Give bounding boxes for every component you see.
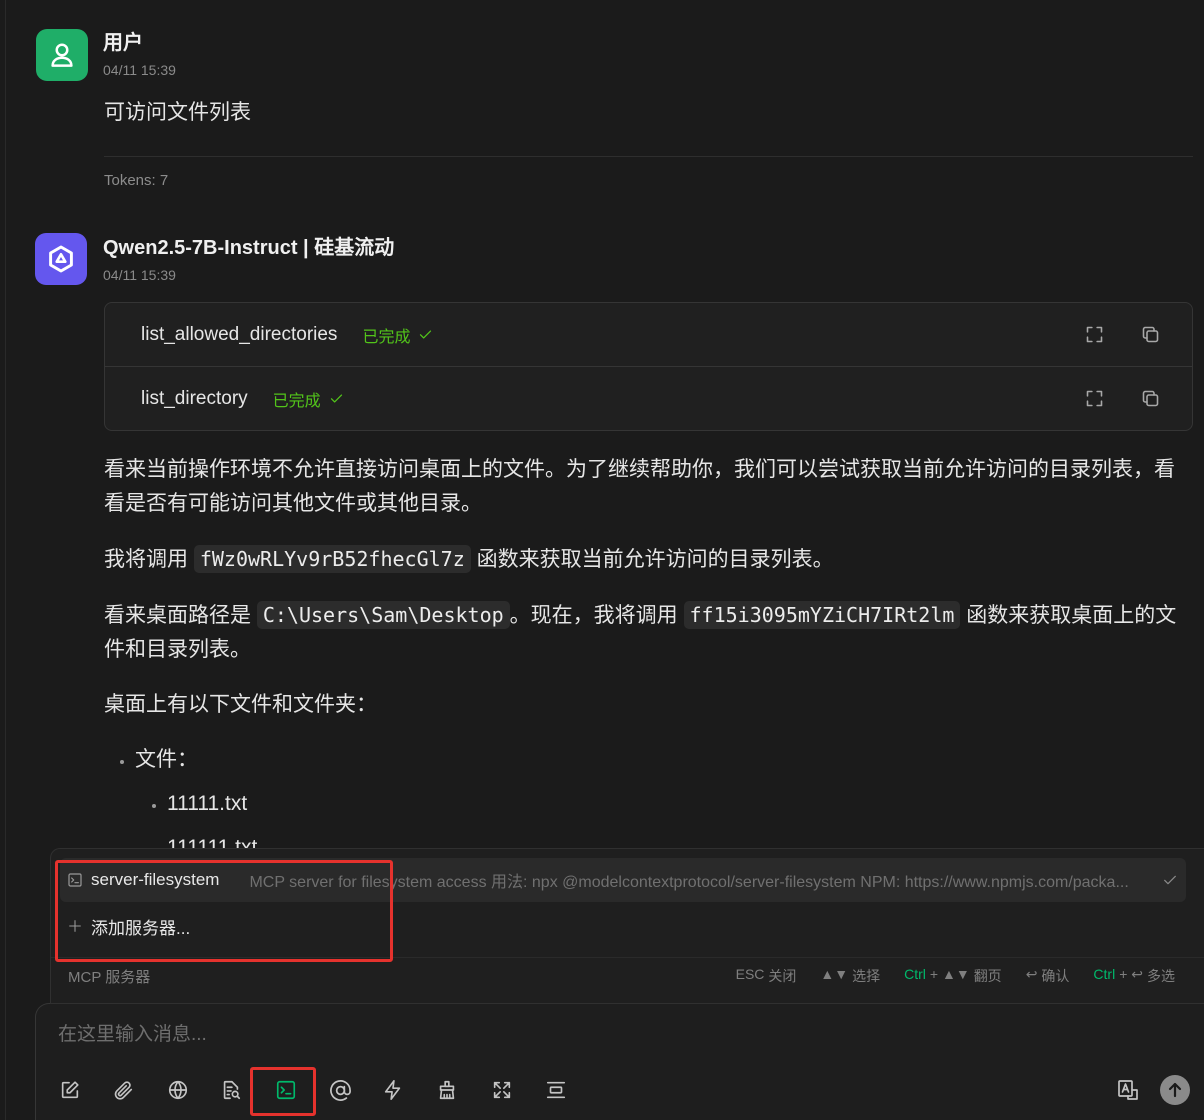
quick-phrases-button[interactable] <box>378 1075 408 1105</box>
copy-icon[interactable] <box>1139 324 1161 346</box>
assistant-message-body: list_allowed_directories 已完成 list_direct… <box>104 302 1193 875</box>
lightning-icon <box>384 1080 401 1100</box>
globe-icon <box>168 1080 188 1100</box>
paperclip-icon <box>114 1081 133 1100</box>
paragraph: 我将调用 fWz0wRLYv9rB52fhecGl7z 函数来获取当前允许访问的… <box>104 542 1193 577</box>
hint-label: 确认 <box>1041 968 1070 984</box>
hint-label: 翻页 <box>973 968 1002 984</box>
knowledge-base-button[interactable] <box>216 1075 246 1105</box>
tool-call-name: list_directory <box>141 387 248 409</box>
translate-button[interactable] <box>1113 1075 1143 1105</box>
message-input-bar <box>35 1003 1204 1120</box>
check-icon <box>1162 872 1178 888</box>
edit-button[interactable] <box>55 1075 85 1105</box>
expand-icon <box>493 1081 511 1099</box>
paragraph-text: 。现在，我将调用 <box>509 604 684 627</box>
hint-modifier: Ctrl <box>904 966 926 982</box>
tool-call-status: 已完成 <box>362 328 411 346</box>
assistant-message-time: 04/11 15:39 <box>103 267 176 283</box>
user-message-time: 04/11 15:39 <box>103 62 176 78</box>
list-item-label: 文件： <box>135 748 198 771</box>
message-divider <box>104 156 1193 157</box>
qwen-logo-icon <box>49 245 73 273</box>
copy-icon[interactable] <box>1139 388 1161 410</box>
translate-icon <box>1118 1080 1138 1100</box>
paragraph: 看来当前操作环境不允许直接访问桌面上的文件。为了继续帮助你，我们可以尝试获取当前… <box>104 458 1175 515</box>
message-input[interactable] <box>58 1021 1158 1051</box>
tool-call-row[interactable]: list_allowed_directories 已完成 <box>105 303 1192 366</box>
tool-calls-panel: list_allowed_directories 已完成 list_direct… <box>104 302 1193 431</box>
fullscreen-icon[interactable] <box>1083 388 1105 410</box>
paragraph: 桌面上有以下文件和文件夹： <box>104 693 377 716</box>
paragraph-text: 函数来获取当前允许访问的目录列表。 <box>470 548 834 571</box>
tool-call-name: list_allowed_directories <box>141 323 338 345</box>
attach-button[interactable] <box>108 1075 138 1105</box>
list-item: 11111.txt <box>167 787 1193 821</box>
keyboard-hints: ESC 关闭 ▲▼ 选择 Ctrl + ▲▼ 翻页 ↩ 确认 Ctrl + ↩ 多选 <box>712 966 1175 986</box>
hint-multiselect: Ctrl + ↩ 多选 <box>1093 966 1175 986</box>
hint-close: ESC 关闭 <box>736 966 797 986</box>
hint-label: 关闭 <box>768 968 797 984</box>
send-button[interactable] <box>1160 1075 1190 1105</box>
new-topic-button[interactable] <box>541 1075 571 1105</box>
fullscreen-icon[interactable] <box>1083 324 1105 346</box>
broom-icon <box>439 1080 455 1100</box>
paragraph-text: 看来桌面路径是 <box>104 604 257 627</box>
assistant-avatar <box>35 233 87 285</box>
paragraph: 看来桌面路径是 C:\Users\Sam\Desktop 。现在，我将调用 ff1… <box>104 598 1193 667</box>
user-message-text: 可访问文件列表 <box>104 101 251 124</box>
hint-modifier: Ctrl <box>1093 966 1116 982</box>
mcp-panel-title: MCP 服务器 <box>68 968 151 986</box>
tool-call-status: 已完成 <box>272 392 321 410</box>
hint-select: ▲▼ 选择 <box>820 966 880 986</box>
inline-code: ff15i3095mYZiCH7IRt2lm <box>683 601 961 629</box>
annotation-highlight-box <box>55 860 393 962</box>
annotation-highlight-box <box>250 1067 316 1116</box>
tool-call-row[interactable]: list_directory 已完成 <box>105 366 1192 430</box>
at-icon <box>329 1079 351 1101</box>
check-icon <box>329 391 344 406</box>
hint-label: 多选 <box>1147 968 1175 984</box>
expand-input-button[interactable] <box>487 1075 517 1105</box>
check-icon <box>418 327 433 342</box>
mention-model-button[interactable] <box>325 1075 355 1105</box>
file-list: 文件： 11111.txt 111111.txt <box>104 743 1193 865</box>
edit-icon <box>61 1081 79 1099</box>
hint-confirm: ↩ 确认 <box>1026 966 1070 986</box>
section-divider-icon <box>546 1081 566 1099</box>
clear-context-button[interactable] <box>432 1075 462 1105</box>
list-item: 文件： 11111.txt 111111.txt <box>135 743 1193 865</box>
hint-key: ESC <box>735 966 765 982</box>
hint-key: + ▲▼ <box>929 966 970 982</box>
inline-code: fWz0wRLYv9rB52fhecGl7z <box>193 545 471 573</box>
mcp-panel-footer: MCP 服务器 ESC 关闭 ▲▼ 选择 Ctrl + ▲▼ 翻页 ↩ 确认 Ctrl + … <box>68 961 1175 991</box>
user-icon <box>51 43 73 67</box>
assistant-name: Qwen2.5-7B-Instruct | 硅基流动 <box>103 237 395 259</box>
hint-page: Ctrl + ▲▼ 翻页 <box>904 966 1002 986</box>
user-name: 用户 <box>103 32 143 54</box>
web-search-button[interactable] <box>163 1075 193 1105</box>
user-avatar <box>36 29 88 81</box>
inline-code: C:\Users\Sam\Desktop <box>256 601 510 629</box>
panel-left-border <box>5 0 6 1120</box>
hint-key: ↩ <box>1025 966 1038 982</box>
hint-key: ▲▼ <box>820 966 849 982</box>
hint-key: + ↩ <box>1119 966 1143 982</box>
send-icon <box>1160 1075 1190 1105</box>
paragraph-text: 我将调用 <box>104 548 194 571</box>
file-search-icon <box>223 1080 241 1100</box>
token-count: Tokens: 7 <box>104 172 169 189</box>
hint-label: 选择 <box>852 968 881 984</box>
